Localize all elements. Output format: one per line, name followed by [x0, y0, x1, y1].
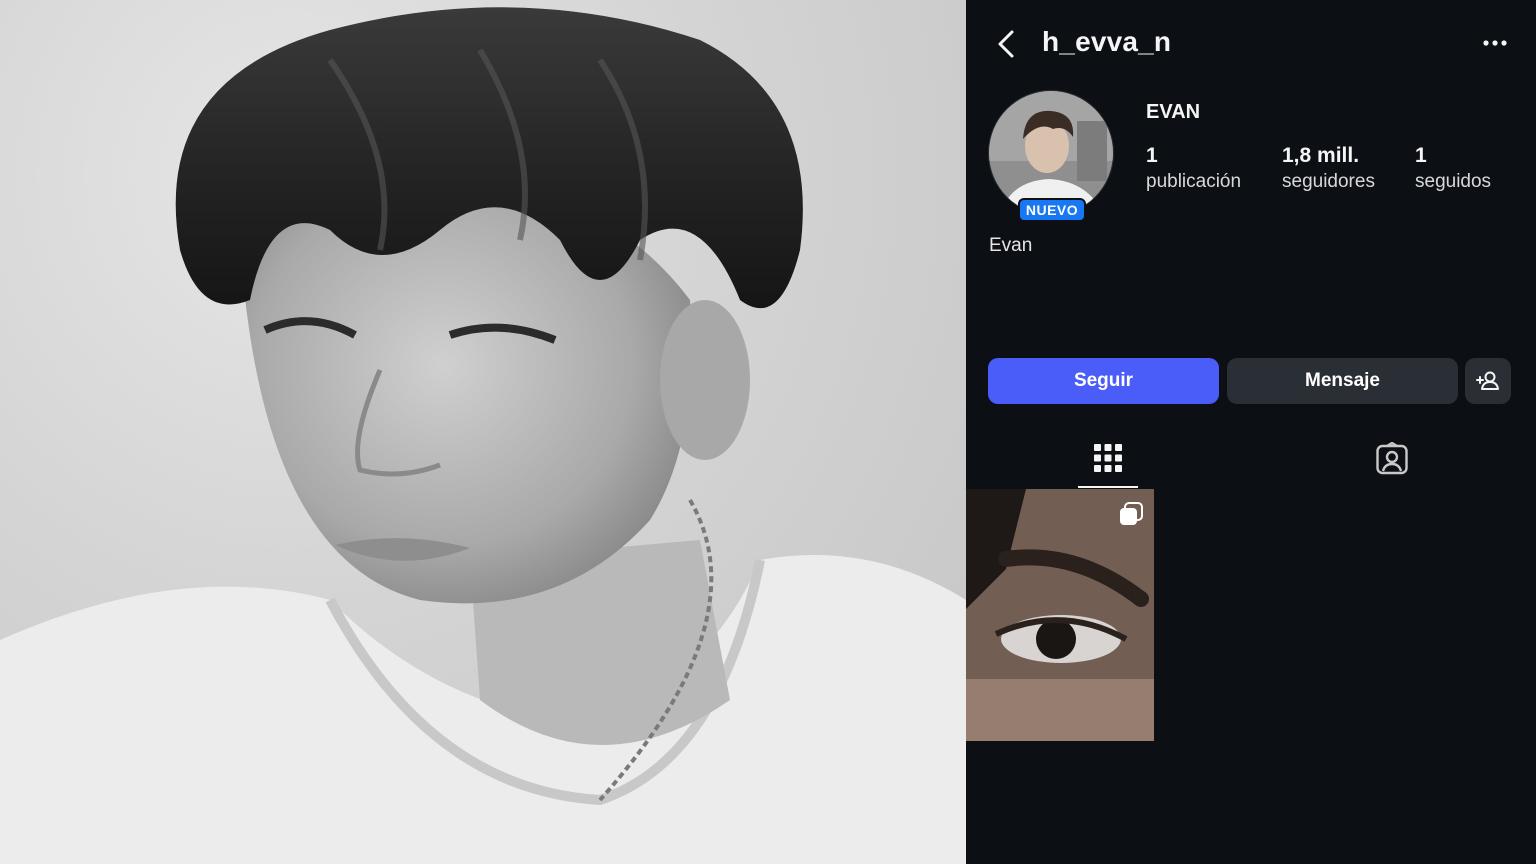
posts-stat[interactable]: 1 publicación — [1146, 144, 1241, 193]
profile-tabs — [966, 430, 1536, 488]
post-thumbnail[interactable] — [966, 489, 1154, 741]
more-horizontal-icon — [1483, 40, 1507, 46]
profile-username: h_evva_n — [1042, 26, 1172, 57]
tab-posts-grid[interactable] — [1078, 430, 1138, 488]
followers-label: seguidores — [1282, 171, 1375, 192]
suggest-accounts-button[interactable] — [1465, 358, 1511, 404]
profile-avatar-container[interactable]: NUEVO — [988, 90, 1116, 222]
new-badge: NUEVO — [1018, 198, 1086, 222]
tab-tagged[interactable] — [1362, 430, 1422, 488]
add-person-icon — [1476, 371, 1499, 390]
back-button[interactable] — [990, 24, 1026, 64]
message-button[interactable]: Mensaje — [1227, 358, 1458, 404]
portrait-illustration — [0, 7, 966, 864]
carousel-icon — [1120, 502, 1143, 525]
followers-count: 1,8 mill. — [1282, 144, 1360, 167]
following-stat[interactable]: 1 seguidos — [1415, 144, 1491, 193]
chevron-left-icon — [998, 30, 1014, 58]
display-name: EVAN — [1146, 101, 1201, 123]
more-options-button[interactable] — [1476, 30, 1516, 56]
profile-screen: h_evva_n NUEVO EVAN 1 publicación 1,8 mi… — [966, 0, 1536, 864]
followers-stat[interactable]: 1,8 mill. seguidores — [1282, 144, 1375, 193]
grid-icon — [1094, 444, 1122, 472]
following-count: 1 — [1415, 144, 1427, 167]
bio-name: Evan — [989, 235, 1033, 256]
posts-label: publicación — [1146, 171, 1242, 192]
portrait-photo — [0, 0, 966, 864]
follow-button[interactable]: Seguir — [988, 358, 1219, 404]
following-label: seguidos — [1415, 171, 1492, 192]
top-bar: h_evva_n — [966, 0, 1536, 86]
tagged-person-icon — [1376, 442, 1408, 475]
posts-count: 1 — [1146, 144, 1158, 167]
